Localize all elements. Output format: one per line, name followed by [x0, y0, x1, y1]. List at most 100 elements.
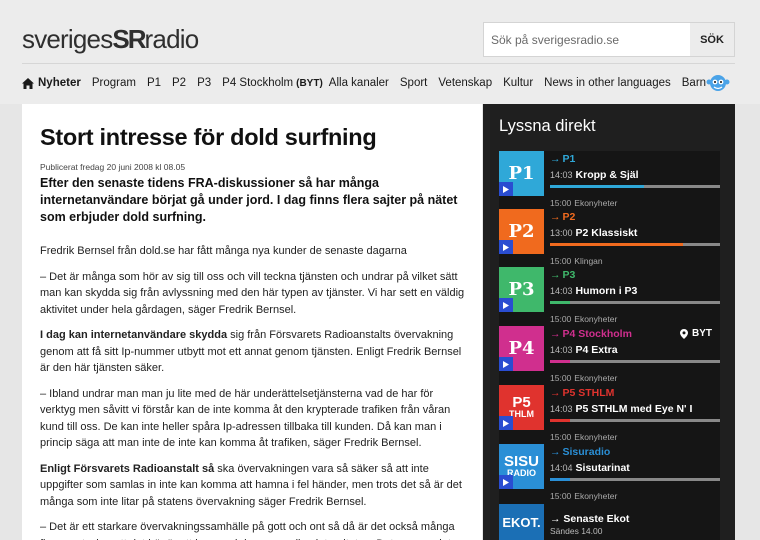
- paragraph-bold-lead: Enligt Försvarets Radioanstalt så: [40, 462, 215, 475]
- article: Stort intresse för dold surfning Publice…: [22, 104, 482, 540]
- logo-text-radio: radio: [144, 24, 200, 54]
- channel-sisuradio[interactable]: SISU RADIO → Sisuradio 14:04 Sisutarinat 15…: [499, 444, 720, 506]
- play-icon[interactable]: [499, 475, 513, 489]
- current-program[interactable]: 14:03 P4 Extra: [550, 344, 618, 356]
- arrow-icon: →: [550, 328, 561, 340]
- change-station-button[interactable]: BYT: [680, 328, 712, 339]
- article-title: Stort intresse för dold surfning: [40, 124, 377, 150]
- article-paragraph: Fredrik Bernsel från dold.se har fått må…: [40, 245, 407, 257]
- sveriges-radio-logo[interactable]: sverigesSRradio: [22, 24, 200, 55]
- program-time: 14:03: [550, 170, 573, 180]
- program-title: Humorn i P3: [575, 285, 638, 297]
- byt-label: BYT: [692, 328, 712, 339]
- next-title: Ekonyheter: [574, 198, 618, 208]
- next-time: 15:00: [550, 491, 572, 501]
- nav-item-p2[interactable]: P2: [172, 77, 186, 89]
- channel-name[interactable]: → Sisuradio: [550, 446, 610, 458]
- current-program[interactable]: 14:03 Humorn i P3: [550, 285, 637, 297]
- progress-bar: [550, 243, 720, 246]
- arrow-icon: →: [550, 387, 561, 399]
- channel-p1[interactable]: P1 → P1 14:03 Kropp & Själ 15:00 Ekonyheter: [499, 151, 720, 213]
- nav-label-barn: Barn: [681, 77, 707, 89]
- next-program: 15:00 Ekonyheter: [550, 432, 617, 442]
- channel-name[interactable]: → P4 Stockholm: [550, 328, 632, 340]
- next-time: 15:00: [550, 314, 572, 324]
- article-paragraph: I dag kan internetanvändare skydda sig f…: [40, 327, 465, 377]
- progress-fill: [550, 185, 644, 188]
- next-program: 15:00 Ekonyheter: [550, 314, 617, 324]
- live-panel-title: Lyssna direkt: [499, 117, 596, 135]
- progress-fill: [550, 478, 571, 481]
- progress-bar: [550, 360, 720, 363]
- nav-p4-byt[interactable]: (BYT): [296, 78, 323, 89]
- nav-item-sport[interactable]: Sport: [400, 77, 428, 89]
- nav-item-p1[interactable]: P1: [147, 77, 161, 89]
- channel-p5-sthlm[interactable]: P5 THLM → P5 STHLM 14:03 P5 STHLM med Eye N…: [499, 385, 720, 447]
- nav-item-vetenskap[interactable]: Vetenskap: [438, 77, 492, 89]
- nav-item-program[interactable]: Program: [92, 77, 136, 89]
- channel-name-label: P3: [562, 269, 576, 281]
- next-time: 15:00: [550, 198, 572, 208]
- program-time: 14:03: [550, 286, 573, 296]
- current-program[interactable]: 14:04 Sisutarinat: [550, 462, 630, 474]
- current-program[interactable]: 13:00 P2 Klassiskt: [550, 227, 637, 239]
- logo-text-sveriges: sveriges: [22, 24, 113, 54]
- program-time: 14:03: [550, 345, 573, 355]
- article-paragraph: Enligt Försvarets Radioanstalt så ska öv…: [40, 461, 465, 511]
- arrow-icon: →: [550, 269, 561, 281]
- nav-label-p4: P4 Stockholm: [222, 77, 294, 89]
- nav-item-barn[interactable]: Barn: [682, 73, 730, 93]
- sisu-logo-text: SISU: [503, 453, 539, 470]
- channel-name-label: P2: [562, 211, 576, 223]
- channel-name[interactable]: → P1: [550, 153, 575, 165]
- ekot-title[interactable]: → Senaste Ekot: [550, 513, 629, 525]
- nav-item-alla-kanaler[interactable]: Alla kanaler: [329, 77, 389, 89]
- ekot-broadcast-time: Sändes 14.00: [550, 526, 603, 536]
- program-title: Sisutarinat: [575, 462, 630, 474]
- next-time: 15:00: [550, 432, 572, 442]
- logo-sr-mark: SR: [112, 24, 146, 54]
- article-published-date: Publicerat fredag 20 juni 2008 kl 08.05: [40, 162, 186, 172]
- search-input[interactable]: [484, 23, 690, 56]
- play-icon[interactable]: [499, 357, 513, 371]
- header-divider: [22, 63, 735, 64]
- p5-logo-text: P5: [512, 394, 531, 411]
- next-title: Ekonyheter: [574, 432, 618, 442]
- channel-p3[interactable]: P3 → P3 14:03 Humorn i P3 15:00 Ekonyheter: [499, 267, 720, 329]
- program-title: P4 Extra: [575, 344, 618, 356]
- play-icon[interactable]: [499, 240, 513, 254]
- nav-item-kultur[interactable]: Kultur: [503, 77, 533, 89]
- current-program[interactable]: 14:03 P5 STHLM med Eye N' I: [550, 403, 692, 415]
- next-time: 15:00: [550, 373, 572, 383]
- site-header: sverigesSRradio SÖK Nyheter Program P1 P…: [0, 0, 760, 104]
- play-icon[interactable]: [499, 182, 513, 196]
- current-program[interactable]: 14:03 Kropp & Själ: [550, 169, 639, 181]
- nav-item-p4-stockholm[interactable]: P4 Stockholm (BYT): [222, 77, 323, 89]
- channel-name-label: P5 STHLM: [562, 387, 615, 399]
- progress-fill: [550, 301, 571, 304]
- play-icon[interactable]: [499, 298, 513, 312]
- channel-p4-stockholm[interactable]: P4 → P4 Stockholm BYT 14:03 P4 Extra 15:00…: [499, 326, 720, 388]
- channel-name-label: P1: [562, 153, 576, 165]
- channel-p2[interactable]: P2 → P2 13:00 P2 Klassiskt 15:00 Klingan: [499, 209, 720, 271]
- nav-item-p3[interactable]: P3: [197, 77, 211, 89]
- nav-item-news-other-languages[interactable]: News in other languages: [544, 77, 671, 89]
- program-title: Kropp & Själ: [575, 169, 639, 181]
- channel-name[interactable]: → P2: [550, 211, 575, 223]
- search-button[interactable]: SÖK: [690, 23, 734, 56]
- paragraph-bold-lead: I dag kan internetanvändare skydda: [40, 329, 228, 341]
- next-title: Klingan: [574, 256, 603, 266]
- arrow-icon: →: [550, 153, 561, 165]
- channel-name[interactable]: → P5 STHLM: [550, 387, 614, 399]
- channel-ekot[interactable]: EKOT. → Senaste Ekot Sändes 14.00: [499, 504, 720, 540]
- program-time: 13:00: [550, 228, 573, 238]
- nav-item-nyheter[interactable]: Nyheter: [22, 77, 81, 89]
- play-icon[interactable]: [499, 416, 513, 430]
- nav-label-nyheter: Nyheter: [38, 77, 81, 89]
- program-title: P5 STHLM med Eye N' I: [575, 403, 693, 415]
- program-title: P2 Klassiskt: [575, 227, 638, 239]
- article-paragraph: – Det är många som hör av sig till oss o…: [40, 270, 465, 316]
- next-program: 15:00 Ekonyheter: [550, 373, 617, 383]
- channel-name-label: Sisuradio: [562, 446, 611, 458]
- channel-name[interactable]: → P3: [550, 269, 575, 281]
